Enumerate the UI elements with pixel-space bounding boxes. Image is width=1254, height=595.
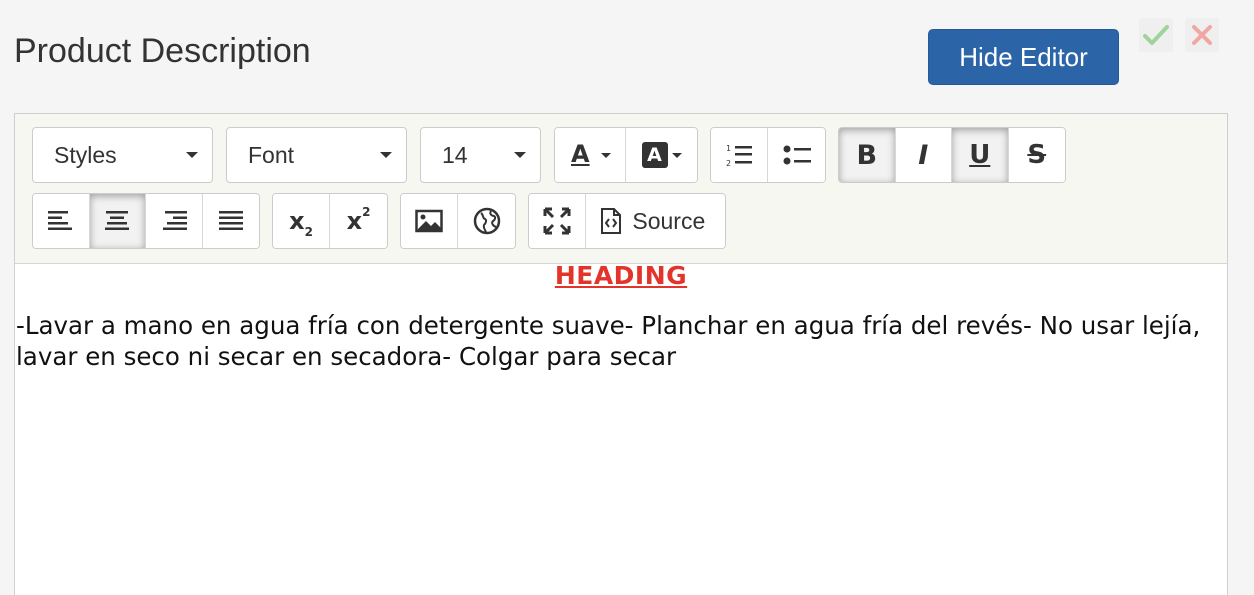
- page-title: Product Description: [14, 32, 311, 70]
- script-group: x 2 x 2: [272, 193, 388, 249]
- align-left-icon: [47, 211, 72, 230]
- confirm-button[interactable]: [1139, 18, 1173, 52]
- chevron-down-icon: [601, 152, 611, 158]
- unordered-list-icon: [783, 145, 811, 165]
- background-color-icon: A: [641, 142, 668, 168]
- font-dropdown-value: Font: [248, 141, 295, 168]
- cancel-button[interactable]: [1185, 18, 1219, 52]
- svg-text:1: 1: [726, 144, 731, 153]
- source-code-icon: [601, 208, 622, 234]
- list-group: 1 2: [710, 127, 826, 183]
- fullscreen-button[interactable]: [529, 194, 587, 248]
- text-color-icon: A: [571, 140, 590, 168]
- strikethrough-button[interactable]: S: [1008, 128, 1065, 182]
- source-button[interactable]: Source: [586, 194, 725, 248]
- underline-icon: U: [969, 140, 991, 170]
- content-heading: HEADING: [554, 261, 688, 290]
- font-dropdown[interactable]: Font: [226, 127, 407, 183]
- check-icon: [1143, 25, 1169, 45]
- bold-button[interactable]: B: [839, 128, 896, 182]
- insert-link-button[interactable]: [458, 194, 515, 248]
- ordered-list-icon: 1 2: [726, 144, 752, 167]
- unordered-list-button[interactable]: [768, 128, 825, 182]
- align-right-button[interactable]: [146, 194, 203, 248]
- align-center-button[interactable]: [89, 194, 146, 248]
- fullscreen-icon: [543, 207, 571, 235]
- chevron-down-icon: [514, 152, 526, 158]
- italic-button[interactable]: I: [895, 128, 952, 182]
- color-group: A A: [554, 127, 698, 183]
- background-color-button[interactable]: A: [626, 128, 697, 182]
- insert-image-button[interactable]: [401, 194, 459, 248]
- ordered-list-button[interactable]: 1 2: [711, 128, 769, 182]
- editor-content-area[interactable]: HEADING -Lavar a mano en agua fría con d…: [15, 261, 1227, 372]
- content-body-text: -Lavar a mano en agua fría con detergent…: [16, 311, 1201, 371]
- svg-text:2: 2: [726, 159, 731, 167]
- chevron-down-icon: [186, 152, 198, 158]
- underline-button[interactable]: U: [952, 128, 1009, 182]
- editor-toolbar: Styles Font 14 A A 1 2 B I U S x 2 x 2 S…: [15, 114, 1227, 264]
- insert-group: [400, 193, 516, 249]
- subscript-button[interactable]: x 2: [273, 194, 331, 248]
- font-size-value: 14: [442, 141, 468, 168]
- globe-icon: [473, 207, 500, 235]
- superscript-button[interactable]: x 2: [330, 194, 387, 248]
- view-group: Source: [528, 193, 726, 249]
- strikethrough-icon: S: [1027, 140, 1047, 170]
- justify-button[interactable]: [202, 194, 259, 248]
- align-right-icon: [162, 211, 187, 230]
- hide-editor-button[interactable]: Hide Editor: [928, 29, 1119, 85]
- rich-text-editor: Styles Font 14 A A 1 2 B I U S x 2 x 2 S…: [14, 113, 1228, 595]
- styles-dropdown-value: Styles: [54, 141, 117, 168]
- chevron-down-icon: [671, 152, 682, 158]
- justify-icon: [218, 211, 243, 230]
- chevron-down-icon: [380, 152, 392, 158]
- image-icon: [415, 209, 443, 233]
- bold-icon: B: [856, 139, 878, 171]
- text-color-button[interactable]: A: [555, 128, 626, 182]
- subscript-icon: x 2: [289, 207, 313, 239]
- superscript-icon: x 2: [346, 205, 371, 235]
- text-format-group: B I U S: [838, 127, 1066, 183]
- align-left-button[interactable]: [33, 194, 90, 248]
- align-center-icon: [105, 211, 130, 230]
- source-label: Source: [632, 207, 706, 234]
- styles-dropdown[interactable]: Styles: [32, 127, 213, 183]
- font-size-dropdown[interactable]: 14: [420, 127, 541, 183]
- italic-icon: I: [918, 139, 929, 171]
- alignment-group: [32, 193, 260, 249]
- close-icon: [1192, 25, 1212, 45]
